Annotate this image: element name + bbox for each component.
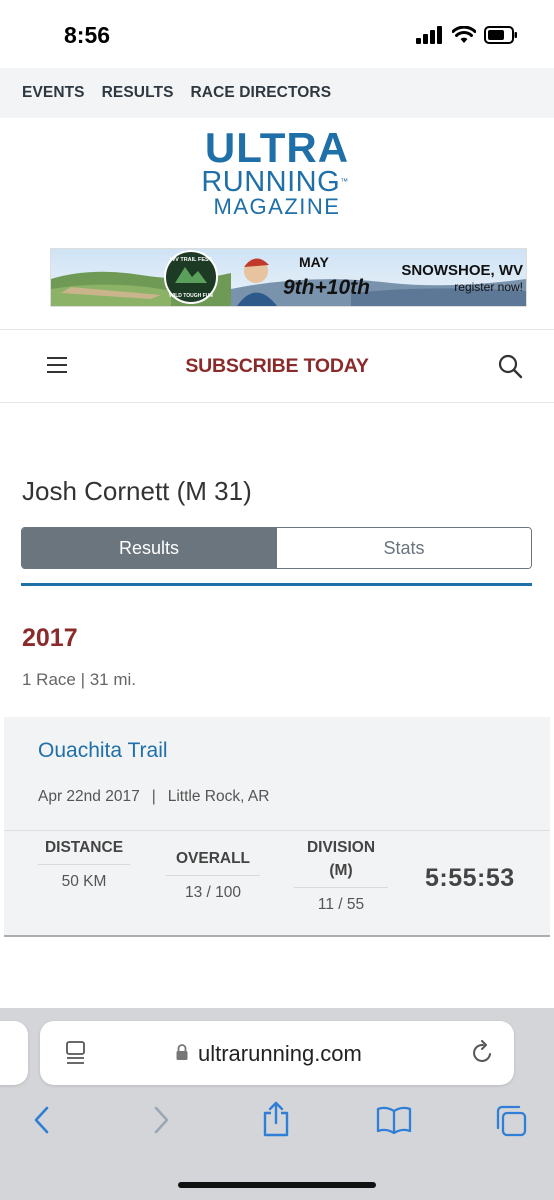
url-text[interactable]: ultrarunning.com [198,1041,362,1067]
stats-divider [4,830,550,831]
stat-label: DIVISION (M) [294,836,388,888]
top-nav: EVENTS RESULTS RACE DIRECTORS [0,68,554,118]
tab-results[interactable]: Results [22,528,276,568]
lock-icon [176,1044,188,1060]
battery-icon [484,26,517,44]
stat-value: 13 / 100 [184,884,242,901]
stat-value: 11 / 55 [317,896,365,913]
year-heading: 2017 [22,624,78,652]
forward-icon[interactable] [151,1105,171,1135]
back-icon[interactable] [32,1105,52,1135]
cellular-signal-icon [416,26,442,44]
race-name-link[interactable]: Ouachita Trail [38,739,168,763]
status-time: 8:56 [64,22,111,48]
badge-bottom-text: WILD TOUGH FUN [169,293,213,299]
runner-name: Josh Cornett (M 31) [22,476,252,506]
stat-label: OVERALL [166,847,260,876]
wifi-icon [452,26,476,43]
profile-tabs: Results Stats [21,527,532,569]
logo-line-running: RUNNING™ [0,166,552,198]
stat-value: 50 KM [61,873,107,890]
trademark-mark: ™ [340,177,349,186]
nav-race-directors[interactable]: RACE DIRECTORS [191,84,332,102]
page-menu-icon[interactable] [64,1040,88,1066]
nav-events[interactable]: EVENTS [22,84,85,102]
race-meta: Apr 22nd 2017 | Little Rock, AR [38,788,269,806]
meta-separator: | [151,788,156,805]
tabs-icon[interactable] [494,1104,528,1138]
badge-top-text: WV TRAIL FEST [170,257,213,263]
divider [0,402,554,403]
reload-icon[interactable] [471,1040,495,1066]
race-location: Little Rock, AR [167,788,270,805]
logo-line-magazine: MAGAZINE [213,194,341,219]
nav-results[interactable]: RESULTS [102,84,174,102]
subscribe-link[interactable]: SUBSCRIBE TODAY [0,355,554,378]
banner-dates: 9th+10th [283,276,370,299]
home-indicator [178,1182,376,1188]
logo-line-running-text: RUNNING [201,166,341,198]
finish-time: 5:55:53 [425,864,515,892]
stat-label: DISTANCE [38,836,130,865]
section-rule [21,583,532,586]
logo-line-ultra: ULTRA [204,124,350,171]
stat-overall: OVERALL 13 / 100 [166,847,260,902]
ad-banner[interactable]: WV TRAIL FEST WILD TOUGH FUN MAY 9th+10t… [50,248,527,307]
share-icon[interactable] [261,1100,291,1138]
status-icons [416,26,518,44]
bookmarks-icon[interactable] [376,1106,412,1134]
tab-stats[interactable]: Stats [276,528,531,568]
stat-distance: DISTANCE 50 KM [38,836,130,891]
banner-location: SNOWSHOE, WV [401,262,523,279]
banner-cta: register now! [454,280,523,294]
divider [0,329,554,330]
search-icon[interactable] [497,353,523,379]
previous-tab-address-bar[interactable] [0,1021,28,1085]
banner-month: MAY [299,254,329,270]
race-card: Ouachita Trail Apr 22nd 2017 | Little Rock… [4,717,550,937]
year-summary: 1 Race | 31 mi. [22,670,137,689]
race-date: Apr 22nd 2017 [38,788,140,805]
site-logo[interactable]: ULTRA RUNNING™ MAGAZINE [0,124,554,219]
stat-division: DIVISION (M) 11 / 55 [294,836,388,914]
status-bar: 8:56 [0,0,554,68]
